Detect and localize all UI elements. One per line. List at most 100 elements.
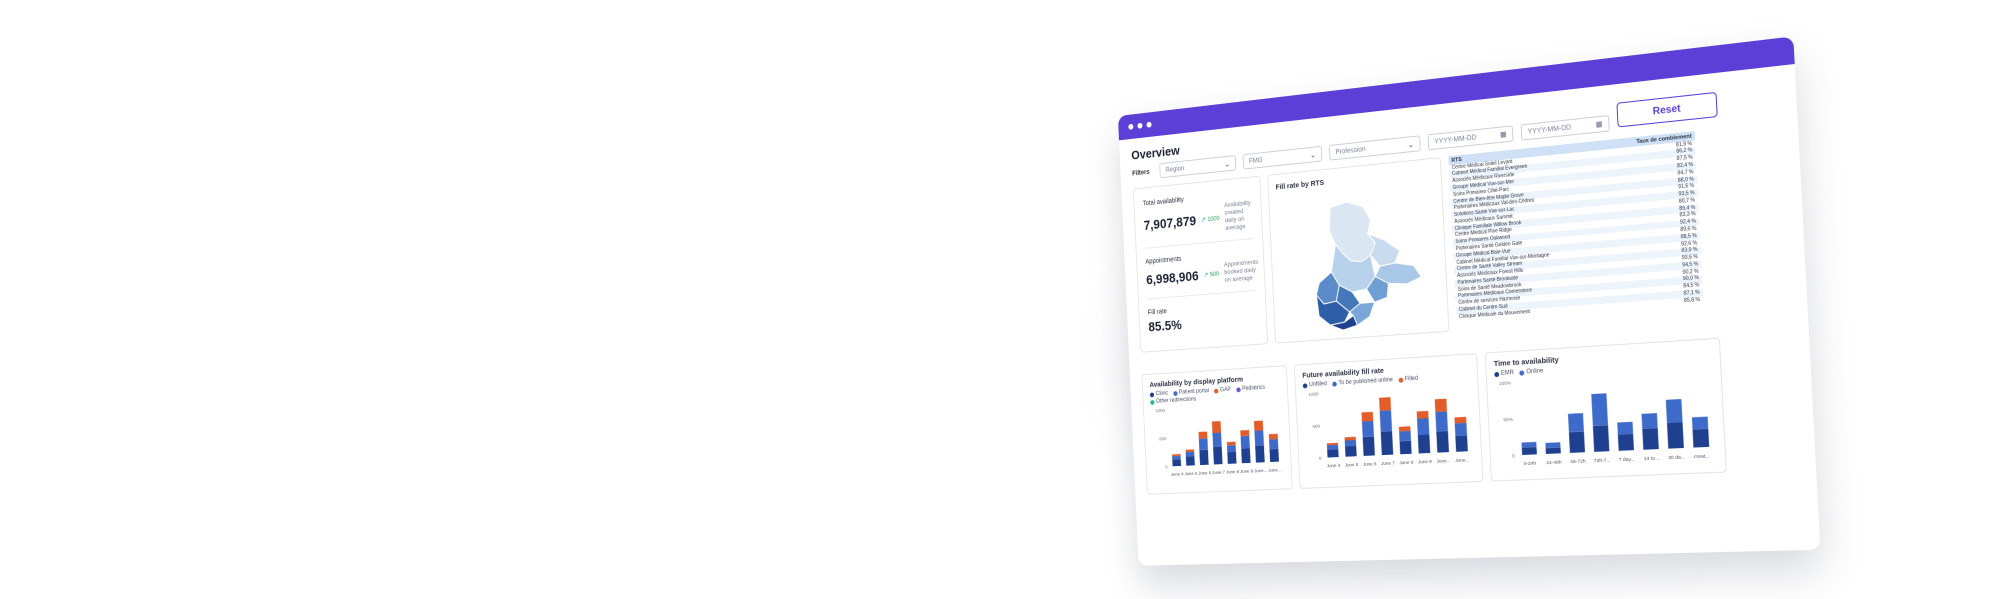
calendar-icon[interactable]: ▦ [1500, 130, 1507, 139]
legend-label: Patient portal [1178, 388, 1210, 396]
bar-segment[interactable] [1344, 440, 1357, 447]
quebec-map[interactable] [1276, 176, 1443, 337]
x-tick-label: 0-24h [1524, 460, 1537, 467]
bar-segment[interactable] [1199, 449, 1209, 466]
bar-segment[interactable] [1642, 428, 1659, 450]
bar-segment[interactable] [1435, 411, 1448, 432]
bar-segment[interactable] [1269, 438, 1279, 450]
bar-segment[interactable] [1545, 442, 1561, 449]
bar-segment[interactable] [1417, 418, 1430, 436]
stage: Overview Filters Region ⌄ FMG ⌄ Professi… [0, 0, 2000, 599]
bar-segment[interactable] [1344, 436, 1356, 441]
bar-segment[interactable] [1172, 455, 1181, 460]
page-title: Overview [1131, 143, 1180, 163]
bar-segment[interactable] [1454, 416, 1467, 424]
bar-segment[interactable] [1399, 440, 1412, 455]
legend-item[interactable]: Clinic [1149, 391, 1168, 398]
y-tick-label: 0 [1319, 456, 1322, 462]
legend-swatch [1519, 369, 1525, 376]
region-select[interactable]: Region ⌄ [1159, 155, 1237, 179]
platform-bar-chart: 10005000June 4 June 5 June 6 June 7 June 8 Ju… [1155, 408, 1281, 478]
x-tick-label: June 7 [1381, 460, 1395, 467]
bar-segment[interactable] [1269, 448, 1279, 463]
chart-card-fill-rate: Future availability fill rate Unfilled To… [1293, 353, 1484, 489]
bar-segment[interactable] [1241, 448, 1251, 464]
bar-segment[interactable] [1692, 428, 1710, 448]
fmg-select[interactable]: FMG ⌄ [1242, 145, 1323, 170]
bar-segment[interactable] [1253, 420, 1264, 431]
bar-segment[interactable] [1212, 432, 1222, 448]
bar-segment[interactable] [1240, 429, 1250, 437]
bar-segment[interactable] [1380, 431, 1394, 456]
bar-segment[interactable] [1398, 426, 1411, 432]
y-tick-label: 0 [1512, 453, 1515, 459]
kpi-availability: Total availability 7,907,879 ↗ 1000 Avai… [1142, 185, 1254, 249]
legend-label: Pediatrics [1242, 384, 1266, 393]
x-tick-label: 72h-7... [1594, 457, 1611, 464]
bar-segment[interactable] [1567, 413, 1584, 433]
bar-segment[interactable] [1641, 413, 1658, 429]
bar-segment[interactable] [1361, 420, 1374, 438]
bar-segment[interactable] [1617, 421, 1634, 435]
bar-segment[interactable] [1326, 444, 1339, 450]
region-select-placeholder: Region [1165, 164, 1185, 174]
calendar-icon[interactable]: ▦ [1596, 120, 1603, 129]
x-tick-label: June 7 [1212, 470, 1225, 477]
bar-segment[interactable] [1691, 416, 1709, 430]
chevron-down-icon: ⌄ [1309, 149, 1317, 160]
bar-segment[interactable] [1521, 447, 1537, 455]
legend-item[interactable]: GAP [1213, 386, 1232, 394]
bar-segment[interactable] [1592, 425, 1610, 452]
bar-segment[interactable] [1255, 445, 1265, 463]
bar-segment[interactable] [1185, 451, 1195, 457]
bar-segment[interactable] [1227, 451, 1237, 464]
bar-segment[interactable] [1172, 459, 1182, 467]
legend-label: GAP [1219, 386, 1232, 394]
bar-segment[interactable] [1455, 435, 1468, 452]
bar-segment[interactable] [1198, 438, 1208, 451]
bar-segment[interactable] [1568, 431, 1585, 453]
window-dot-icon[interactable] [1128, 123, 1134, 130]
bar-segment[interactable] [1545, 447, 1561, 454]
bar-segment[interactable] [1226, 445, 1236, 453]
bar-segment[interactable] [1591, 393, 1609, 426]
bar-segment[interactable] [1211, 421, 1222, 433]
bar-segment[interactable] [1454, 422, 1468, 436]
kpi-trend-value: 1000 [1207, 215, 1220, 224]
window-dot-icon[interactable] [1137, 122, 1143, 129]
bar-segment[interactable] [1344, 445, 1357, 457]
bar-segment[interactable] [1362, 436, 1375, 456]
bar-segment[interactable] [1379, 410, 1393, 432]
bar-segment[interactable] [1361, 411, 1374, 422]
x-tick-label: 14 to... [1644, 455, 1660, 462]
bar-segment[interactable] [1213, 446, 1223, 465]
bar-segment[interactable] [1268, 433, 1278, 440]
bar-segment[interactable] [1185, 449, 1195, 453]
bar-segment[interactable] [1521, 441, 1537, 448]
legend-item[interactable]: Patient portal [1172, 388, 1210, 396]
map-region-nord-est[interactable] [1368, 231, 1401, 267]
bar-segment[interactable] [1665, 399, 1683, 424]
bar-segment[interactable] [1436, 430, 1449, 453]
bar-segment[interactable] [1416, 410, 1429, 419]
bar-segment[interactable] [1666, 422, 1684, 449]
legend-item[interactable]: Pediatrics [1235, 384, 1266, 393]
bar-segment[interactable] [1399, 430, 1412, 442]
window-dot-icon[interactable] [1146, 121, 1152, 128]
bar-segment[interactable] [1240, 435, 1250, 449]
bar-segment[interactable] [1226, 441, 1236, 446]
bar-segment[interactable] [1254, 430, 1264, 446]
legend-swatch [1235, 386, 1241, 392]
bar-segment[interactable] [1198, 431, 1208, 439]
bar-segment[interactable] [1379, 397, 1392, 411]
kpi-value: 85.5% [1148, 316, 1183, 335]
bar-segment[interactable] [1185, 456, 1195, 466]
bar-segment[interactable] [1617, 433, 1634, 451]
rts-table-body: Centre Médical Soleil Levant 81,9 % Cabine… [1449, 140, 1704, 321]
x-tick-label: 30 da... [1668, 454, 1685, 461]
date-from-placeholder: YYYY-MM-DD [1434, 133, 1477, 146]
y-tick-label: 0 [1165, 464, 1168, 470]
bar-segment[interactable] [1417, 434, 1431, 454]
bar-segment[interactable] [1327, 449, 1339, 458]
bar-segment[interactable] [1434, 398, 1447, 412]
